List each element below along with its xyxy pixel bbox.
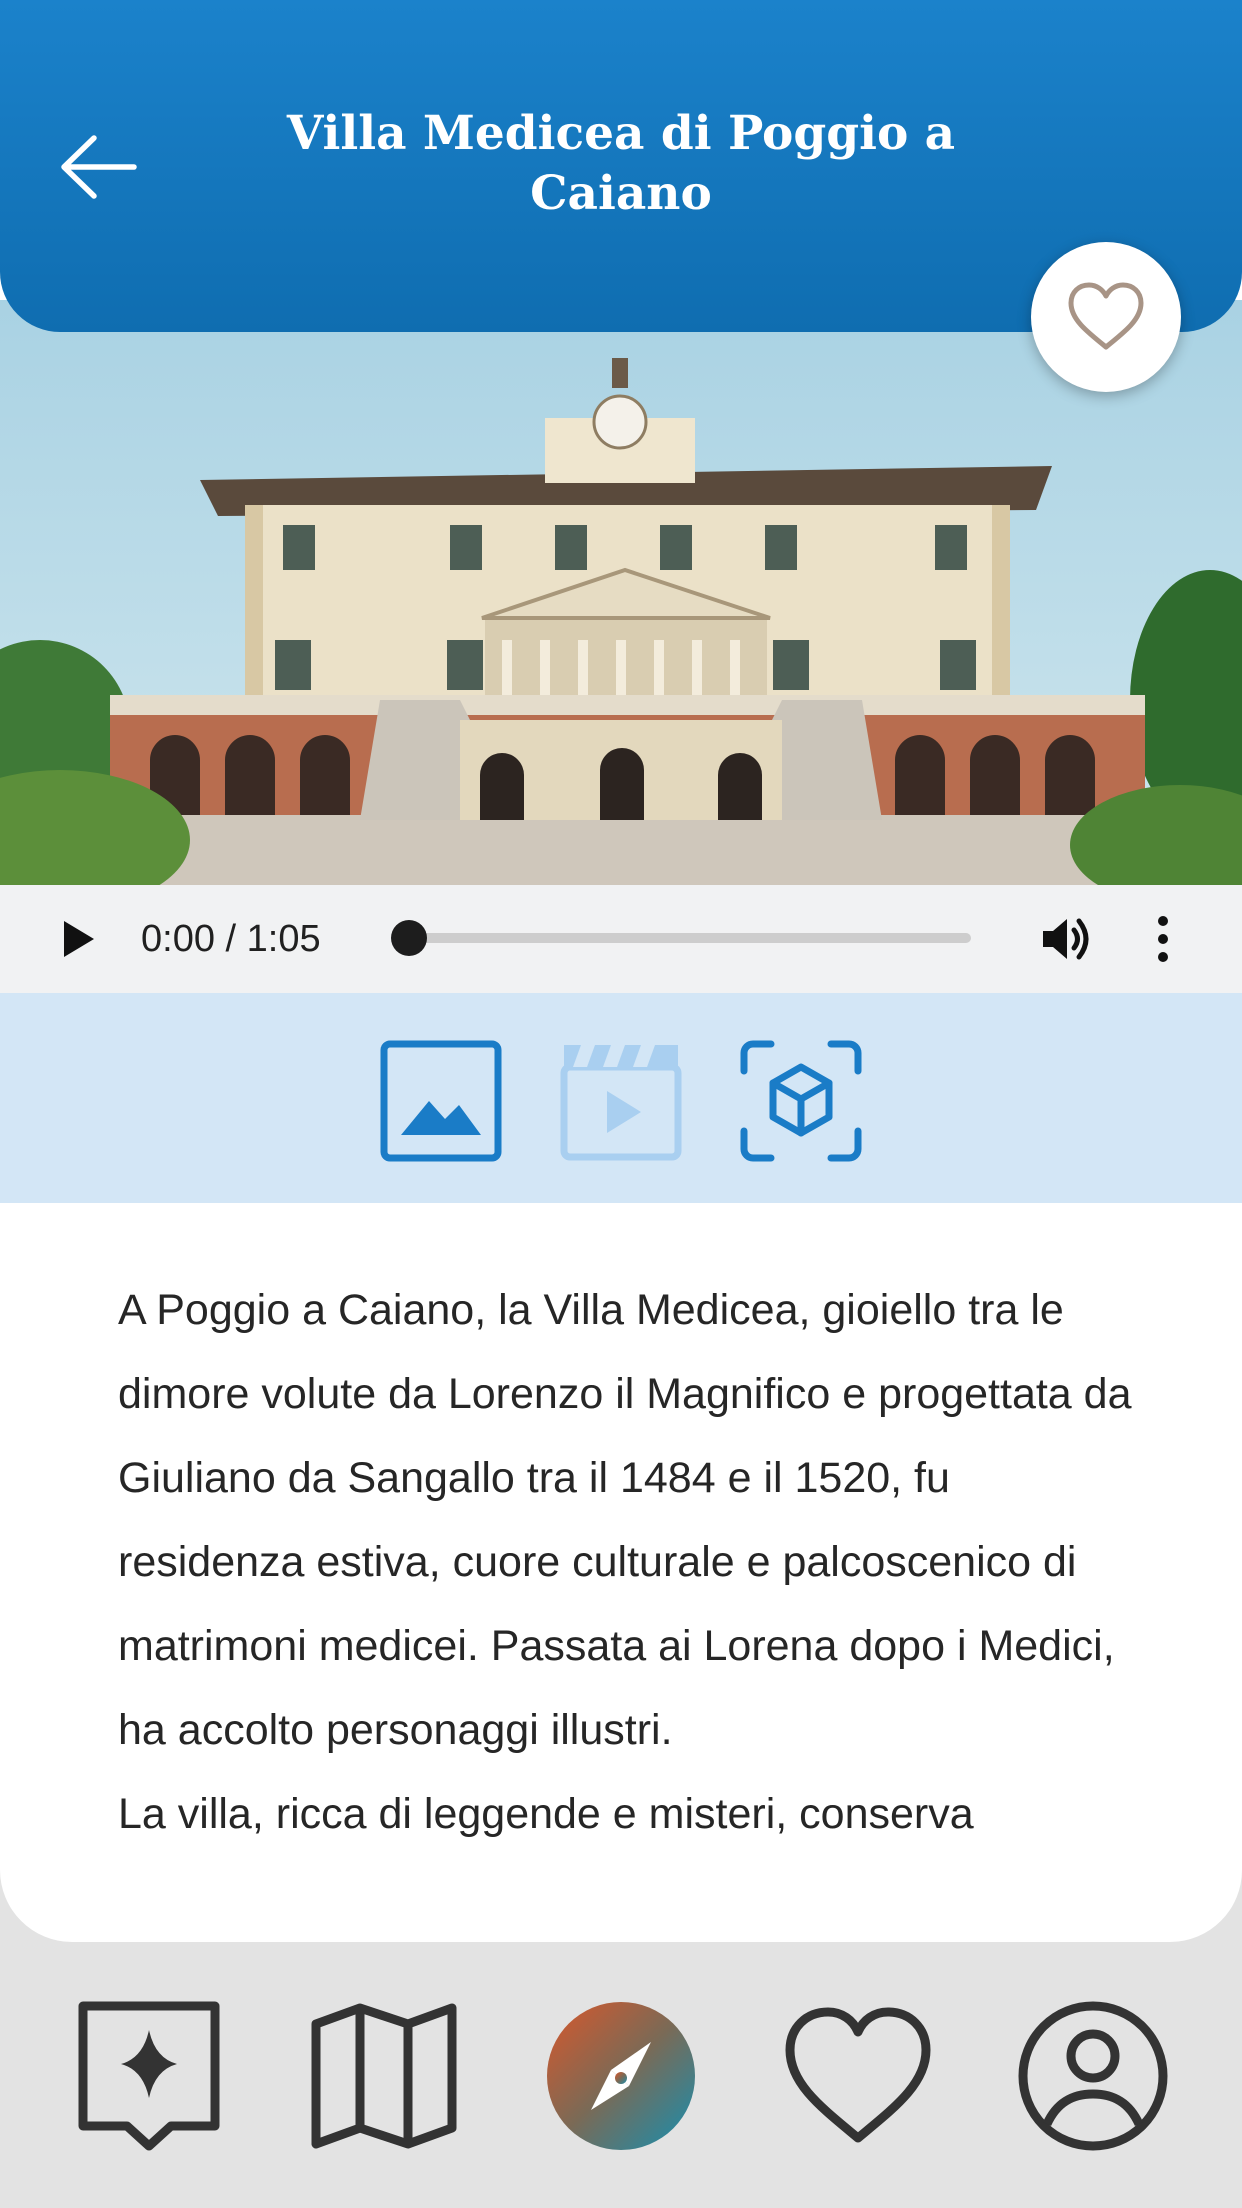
sparkle-chat-icon (78, 2001, 220, 2151)
back-arrow-icon[interactable] (56, 124, 142, 210)
villa-photo (0, 300, 1242, 885)
more-vertical-icon[interactable] (1152, 915, 1174, 963)
description-paragraph: La villa, ricca di leggende e misteri, c… (118, 1790, 974, 1838)
heart-icon (785, 2007, 931, 2143)
map-icon (311, 2003, 457, 2149)
image-icon[interactable] (379, 1039, 503, 1163)
heart-outline-icon (1068, 282, 1144, 350)
seek-bar[interactable] (393, 933, 971, 943)
nav-highlights[interactable] (73, 2000, 225, 2152)
seek-thumb[interactable] (391, 920, 427, 956)
playback-time: 0:00 / 1:05 (141, 918, 321, 960)
nav-favorites[interactable] (782, 2000, 934, 2152)
description-paragraph: A Poggio a Caiano, la Villa Medicea, gio… (118, 1286, 1132, 1754)
description: A Poggio a Caiano, la Villa Medicea, gio… (118, 1268, 1138, 1856)
play-icon[interactable] (58, 918, 98, 960)
nav-profile[interactable] (1017, 2000, 1169, 2152)
cube-3d-icon[interactable] (739, 1039, 863, 1163)
bottom-nav (0, 1942, 1242, 2208)
audio-player: 0:00 / 1:05 (0, 885, 1242, 993)
compass-icon (547, 2002, 695, 2150)
nav-explore[interactable] (545, 2000, 697, 2152)
page-title: Villa Medicea di Poggio a Caiano (286, 106, 956, 221)
volume-icon[interactable] (1041, 915, 1095, 963)
content-card: Villa Medicea di Poggio a Caiano 0:00 / … (0, 0, 1242, 1942)
user-circle-icon (1018, 2001, 1168, 2151)
screen: Villa Medicea di Poggio a Caiano 0:00 / … (0, 0, 1242, 2208)
media-tabs (0, 993, 1242, 1203)
favorite-button[interactable] (1031, 242, 1181, 392)
nav-map[interactable] (308, 2000, 460, 2152)
video-clapper-icon[interactable] (559, 1039, 683, 1163)
